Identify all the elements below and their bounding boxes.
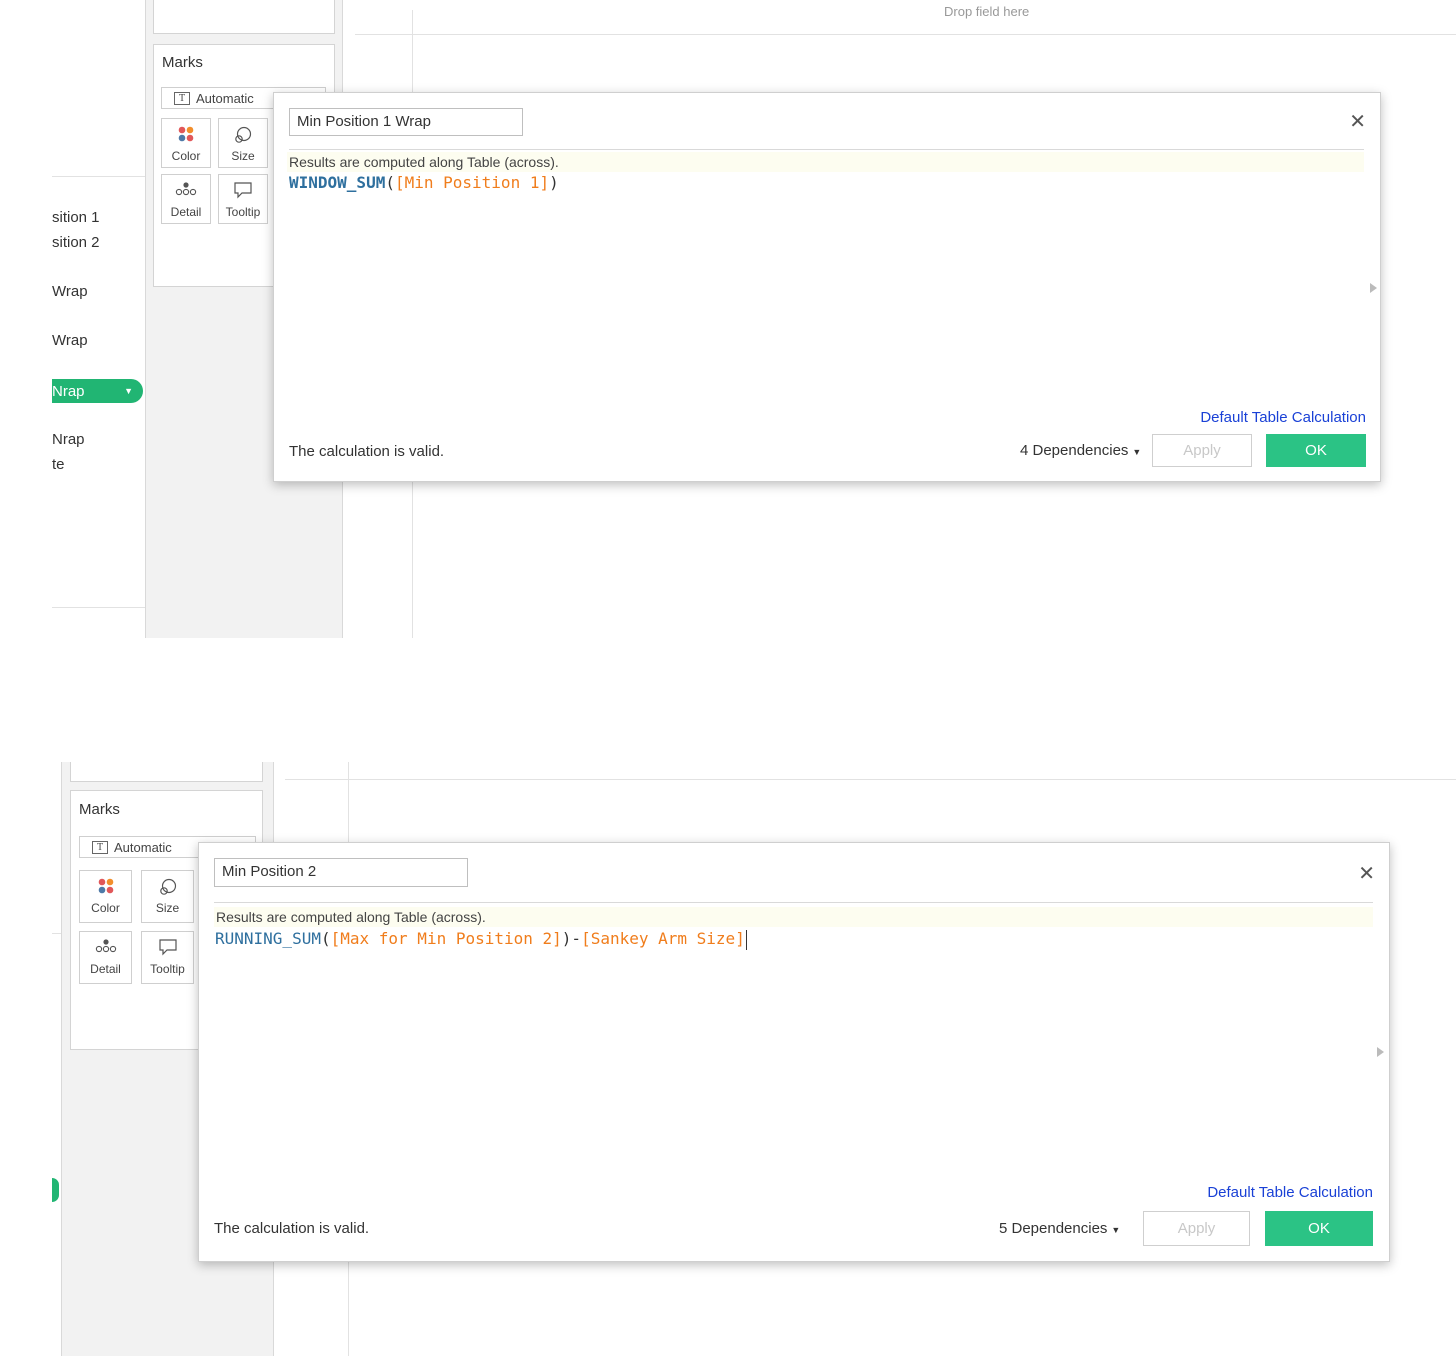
- formula-field: [Sankey Arm Size]: [581, 929, 745, 948]
- selected-field-pill[interactable]: [52, 1178, 59, 1202]
- formula-open-paren: (: [320, 929, 331, 948]
- dependencies-label: 5 Dependencies: [999, 1220, 1108, 1237]
- field-item[interactable]: sition 1: [52, 209, 100, 226]
- size-button[interactable]: Size: [141, 870, 194, 923]
- caret-down-icon: ▼: [1111, 1225, 1121, 1235]
- dependencies-dropdown[interactable]: 4 Dependencies ▼: [1020, 442, 1141, 459]
- expand-arrow-icon[interactable]: [1370, 283, 1377, 293]
- top-screenshot-panel: Marks T Automatic Color Size Detail Tool…: [52, 0, 1456, 638]
- text-mark-icon: T: [174, 91, 190, 105]
- color-dots-icon: [80, 871, 131, 897]
- text-mark-icon: T: [92, 840, 108, 854]
- detail-icon: [80, 932, 131, 958]
- calculation-name-field[interactable]: Min Position 1 Wrap: [289, 108, 523, 136]
- detail-button[interactable]: Detail: [161, 174, 211, 224]
- detail-button[interactable]: Detail: [79, 931, 132, 984]
- computation-hint: Results are computed along Table (across…: [287, 152, 1364, 172]
- tooltip-icon: [219, 175, 267, 201]
- ok-button[interactable]: OK: [1266, 434, 1366, 467]
- field-item[interactable]: te: [52, 456, 65, 473]
- formula-editor[interactable]: WINDOW_SUM([Min Position 1]): [289, 173, 559, 192]
- expand-arrow-icon[interactable]: [1377, 1047, 1384, 1057]
- size-label: Size: [155, 901, 180, 915]
- apply-button[interactable]: Apply: [1152, 434, 1252, 467]
- size-button[interactable]: Size: [218, 118, 268, 168]
- text-cursor: [745, 929, 747, 950]
- close-icon[interactable]: ✕: [1358, 861, 1375, 886]
- detail-label: Detail: [90, 962, 121, 976]
- color-label: Color: [91, 901, 120, 915]
- size-icon: [219, 119, 267, 145]
- field-item[interactable]: Nrap: [52, 431, 85, 448]
- dependencies-label: 4 Dependencies: [1020, 442, 1129, 459]
- formula-function: WINDOW_SUM: [289, 173, 386, 192]
- filters-card: [70, 762, 263, 782]
- mark-type-label: Automatic: [196, 90, 254, 106]
- apply-label: Apply: [1177, 1220, 1216, 1237]
- default-table-calculation-link[interactable]: Default Table Calculation: [1200, 409, 1366, 426]
- validation-status: The calculation is valid.: [289, 443, 445, 460]
- color-label: Color: [171, 149, 201, 163]
- size-icon: [142, 871, 193, 897]
- dialog-separator: [289, 149, 1364, 150]
- tooltip-button[interactable]: Tooltip: [141, 931, 194, 984]
- detail-icon: [162, 175, 210, 201]
- calculation-dialog: Min Position 2 ✕ Results are computed al…: [198, 842, 1390, 1262]
- tooltip-icon: [142, 932, 193, 958]
- formula-close-paren: ): [549, 173, 559, 192]
- caret-down-icon[interactable]: ▼: [124, 386, 133, 396]
- formula-field: [Min Position 1]: [394, 173, 550, 192]
- field-item[interactable]: Wrap: [52, 332, 88, 349]
- field-item[interactable]: sition 2: [52, 234, 100, 251]
- drop-field-shelf[interactable]: Drop field here: [944, 4, 1029, 19]
- calculation-dialog: Min Position 1 Wrap ✕ Results are comput…: [273, 92, 1381, 482]
- filters-card: [153, 0, 335, 34]
- apply-label: Apply: [1183, 442, 1221, 459]
- sidebar-divider-bottom: [52, 607, 146, 608]
- validation-status: The calculation is valid.: [214, 1220, 370, 1237]
- detail-label: Detail: [170, 205, 202, 219]
- close-icon[interactable]: ✕: [1349, 109, 1366, 134]
- apply-button[interactable]: Apply: [1143, 1211, 1250, 1246]
- computation-hint: Results are computed along Table (across…: [214, 907, 1373, 927]
- color-button[interactable]: Color: [161, 118, 211, 168]
- bottom-screenshot-panel: Marks T Automatic Color Size Detail Tool…: [52, 762, 1456, 1356]
- field-item[interactable]: Wrap: [52, 283, 88, 300]
- caret-down-icon: ▼: [1132, 447, 1142, 457]
- formula-operator: )-: [561, 929, 582, 948]
- pill-label: Nrap: [52, 382, 85, 400]
- formula-open-paren: (: [385, 173, 395, 192]
- shelf-divider: [285, 779, 1456, 780]
- tooltip-label: Tooltip: [150, 962, 185, 976]
- formula-editor[interactable]: RUNNING_SUM([Max for Min Position 2])-[S…: [215, 929, 747, 950]
- ok-label: OK: [1308, 1220, 1330, 1237]
- formula-function: RUNNING_SUM: [215, 929, 321, 948]
- size-label: Size: [231, 149, 255, 163]
- tooltip-button[interactable]: Tooltip: [218, 174, 268, 224]
- color-dots-icon: [162, 119, 210, 145]
- dependencies-dropdown[interactable]: 5 Dependencies ▼: [999, 1220, 1120, 1237]
- marks-title: Marks: [162, 54, 203, 71]
- ok-label: OK: [1305, 442, 1327, 459]
- dialog-separator: [214, 902, 1373, 903]
- selected-field-pill[interactable]: Nrap ▼: [52, 379, 143, 403]
- calculation-name-field[interactable]: Min Position 2: [214, 858, 468, 887]
- marks-title: Marks: [79, 801, 120, 818]
- formula-field: [Max for Min Position 2]: [330, 929, 562, 948]
- tooltip-label: Tooltip: [225, 205, 261, 219]
- sidebar-divider: [52, 176, 146, 177]
- mark-type-label: Automatic: [114, 839, 172, 855]
- ok-button[interactable]: OK: [1265, 1211, 1373, 1246]
- shelf-divider: [355, 34, 1456, 35]
- color-button[interactable]: Color: [79, 870, 132, 923]
- default-table-calculation-link[interactable]: Default Table Calculation: [1207, 1184, 1373, 1201]
